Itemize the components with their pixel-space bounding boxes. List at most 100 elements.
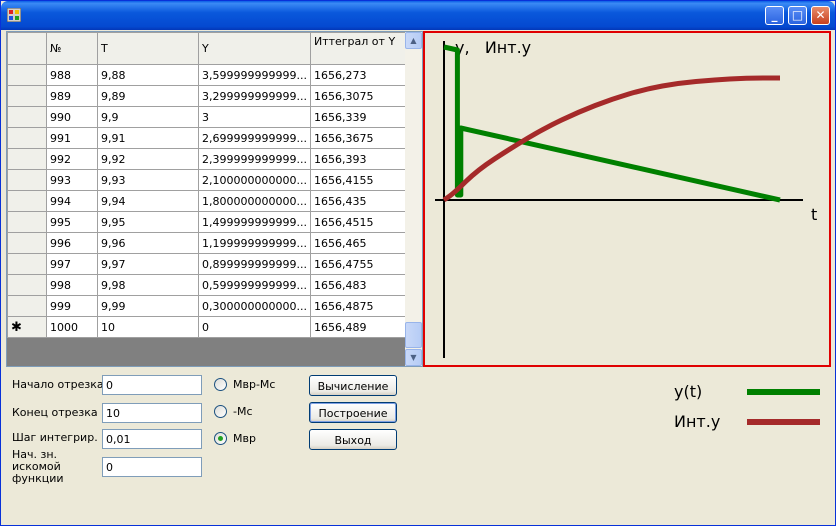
cell-y[interactable]: 0 <box>198 316 311 338</box>
cell-y[interactable]: 0,599999999999... <box>198 274 311 296</box>
cell-integral[interactable]: 1656,393 <box>309 148 411 170</box>
header-corner[interactable] <box>7 32 47 65</box>
cell-n[interactable]: 1000 <box>46 316 98 338</box>
cell-integral[interactable]: 1656,489 <box>309 316 411 338</box>
cell-y[interactable]: 2,699999999999... <box>198 127 311 149</box>
cell-y[interactable]: 0,899999999999... <box>198 253 311 275</box>
table-row[interactable]: 996 9,96 1,199999999999... 1656,465 <box>7 232 411 254</box>
cell-t[interactable]: 9,96 <box>97 232 199 254</box>
column-header-y[interactable]: Y <box>198 32 311 65</box>
cell-integral[interactable]: 1656,435 <box>309 190 411 212</box>
compute-button[interactable]: Вычисление <box>309 375 397 396</box>
radio-mvr-label[interactable]: Мвр <box>233 432 256 445</box>
table-row[interactable]: 995 9,95 1,499999999999... 1656,4515 <box>7 211 411 233</box>
column-header-integral[interactable]: Иттеграл от Y <box>309 32 411 65</box>
start-input[interactable] <box>102 375 202 395</box>
cell-n[interactable]: 995 <box>46 211 98 233</box>
cell-t[interactable]: 9,95 <box>97 211 199 233</box>
cell-n[interactable]: 997 <box>46 253 98 275</box>
table-row[interactable]: 991 9,91 2,699999999999... 1656,3675 <box>7 127 411 149</box>
cell-integral[interactable]: 1656,465 <box>309 232 411 254</box>
column-header-n[interactable]: № <box>46 32 98 65</box>
cell-t[interactable]: 9,89 <box>97 85 199 107</box>
table-row[interactable]: 992 9,92 2,399999999999... 1656,393 <box>7 148 411 170</box>
cell-n[interactable]: 994 <box>46 190 98 212</box>
cell-t[interactable]: 10 <box>97 316 199 338</box>
cell-t[interactable]: 9,97 <box>97 253 199 275</box>
grid-scrollbar[interactable]: ▲ ▼ <box>405 32 422 366</box>
scroll-up-button[interactable]: ▲ <box>405 32 422 49</box>
row-header[interactable] <box>7 106 47 128</box>
cell-t[interactable]: 9,99 <box>97 295 199 317</box>
scroll-thumb[interactable] <box>405 322 422 348</box>
cell-t[interactable]: 9,98 <box>97 274 199 296</box>
cell-integral[interactable]: 1656,273 <box>309 64 411 86</box>
radio-mvr-ms[interactable] <box>214 378 227 391</box>
cell-t[interactable]: 9,94 <box>97 190 199 212</box>
table-row[interactable]: 998 9,98 0,599999999999... 1656,483 <box>7 274 411 296</box>
cell-t[interactable]: 9,93 <box>97 169 199 191</box>
radio-ms[interactable] <box>214 405 227 418</box>
table-row[interactable]: 999 9,99 0,300000000000... 1656,4875 <box>7 295 411 317</box>
cell-integral[interactable]: 1656,339 <box>309 106 411 128</box>
cell-y[interactable]: 3 <box>198 106 311 128</box>
row-header[interactable] <box>7 253 47 275</box>
cell-y[interactable]: 3,299999999999... <box>198 85 311 107</box>
column-header-t[interactable]: T <box>97 32 199 65</box>
table-row[interactable]: 989 9,89 3,299999999999... 1656,3075 <box>7 85 411 107</box>
cell-t[interactable]: 9,91 <box>97 127 199 149</box>
step-input[interactable] <box>102 429 202 449</box>
cell-y[interactable]: 3,599999999999... <box>198 64 311 86</box>
end-input[interactable] <box>102 403 202 423</box>
cell-n[interactable]: 999 <box>46 295 98 317</box>
row-header[interactable] <box>7 127 47 149</box>
row-header[interactable] <box>7 64 47 86</box>
radio-ms-label[interactable]: -Мс <box>233 405 253 418</box>
cell-n[interactable]: 992 <box>46 148 98 170</box>
cell-y[interactable]: 2,399999999999... <box>198 148 311 170</box>
cell-n[interactable]: 996 <box>46 232 98 254</box>
table-row[interactable]: 997 9,97 0,899999999999... 1656,4755 <box>7 253 411 275</box>
cell-y[interactable]: 1,800000000000... <box>198 190 311 212</box>
table-row[interactable]: 990 9,9 3 1656,339 <box>7 106 411 128</box>
minimize-button[interactable]: _ <box>765 6 784 25</box>
cell-n[interactable]: 989 <box>46 85 98 107</box>
cell-n[interactable]: 988 <box>46 64 98 86</box>
cell-integral[interactable]: 1656,3675 <box>309 127 411 149</box>
row-header[interactable] <box>7 295 47 317</box>
radio-mvr-ms-label[interactable]: Мвр-Мс <box>233 378 275 391</box>
cell-t[interactable]: 9,9 <box>97 106 199 128</box>
cell-integral[interactable]: 1656,3075 <box>309 85 411 107</box>
table-row[interactable]: 994 9,94 1,800000000000... 1656,435 <box>7 190 411 212</box>
cell-t[interactable]: 9,92 <box>97 148 199 170</box>
cell-y[interactable]: 1,499999999999... <box>198 211 311 233</box>
cell-t[interactable]: 9,88 <box>97 64 199 86</box>
cell-y[interactable]: 1,199999999999... <box>198 232 311 254</box>
row-header[interactable] <box>7 232 47 254</box>
title-bar[interactable]: _ □ ✕ <box>1 1 835 30</box>
cell-n[interactable]: 993 <box>46 169 98 191</box>
build-button[interactable]: Построение <box>309 402 397 423</box>
row-header[interactable] <box>7 211 47 233</box>
cell-integral[interactable]: 1656,483 <box>309 274 411 296</box>
row-header[interactable]: ✱ <box>7 316 47 338</box>
row-header[interactable] <box>7 274 47 296</box>
cell-n[interactable]: 990 <box>46 106 98 128</box>
table-row[interactable]: ✱ 1000 10 0 1656,489 <box>7 316 411 338</box>
radio-mvr[interactable] <box>214 432 227 445</box>
table-row[interactable]: 993 9,93 2,100000000000... 1656,4155 <box>7 169 411 191</box>
table-row[interactable]: 988 9,88 3,599999999999... 1656,273 <box>7 64 411 86</box>
cell-n[interactable]: 991 <box>46 127 98 149</box>
cell-integral[interactable]: 1656,4515 <box>309 211 411 233</box>
row-header[interactable] <box>7 190 47 212</box>
cell-y[interactable]: 2,100000000000... <box>198 169 311 191</box>
cell-integral[interactable]: 1656,4155 <box>309 169 411 191</box>
init-input[interactable] <box>102 457 202 477</box>
cell-n[interactable]: 998 <box>46 274 98 296</box>
scroll-down-button[interactable]: ▼ <box>405 349 422 366</box>
close-button[interactable]: ✕ <box>811 6 830 25</box>
cell-integral[interactable]: 1656,4755 <box>309 253 411 275</box>
cell-integral[interactable]: 1656,4875 <box>309 295 411 317</box>
maximize-button[interactable]: □ <box>788 6 807 25</box>
data-grid[interactable]: № T Y Иттеграл от Y 988 9,88 3,59999999999… <box>6 31 423 367</box>
